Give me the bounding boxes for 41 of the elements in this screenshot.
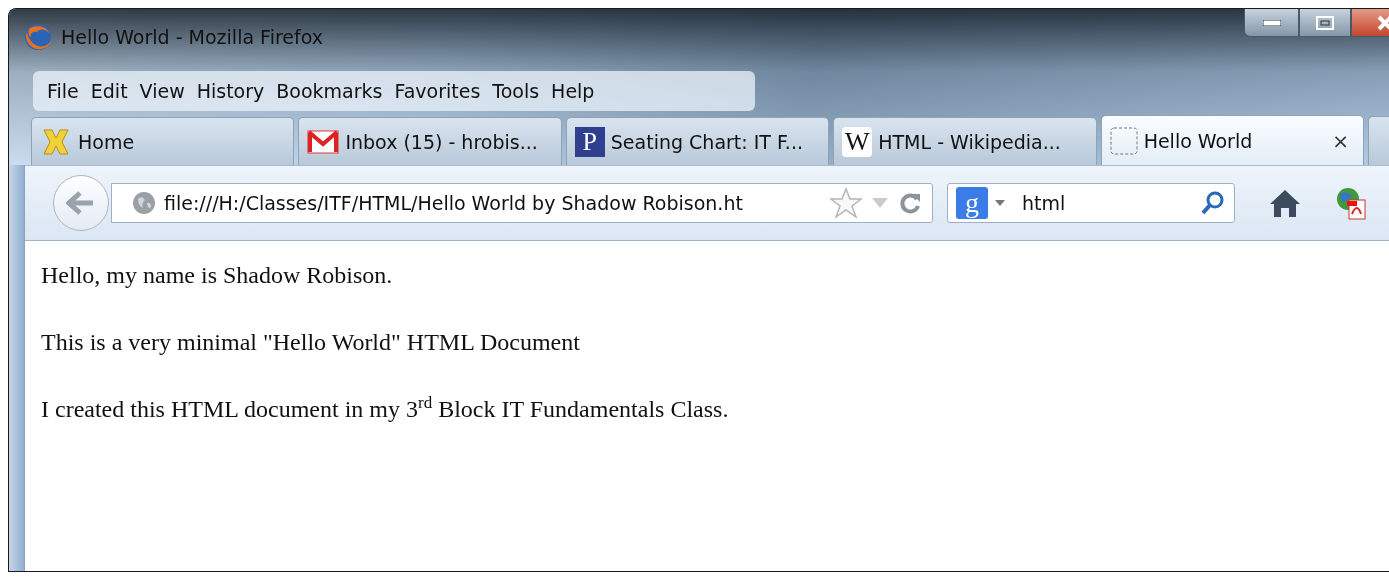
- blank-page-icon: [1109, 126, 1138, 155]
- site-icon: W: [842, 126, 873, 157]
- menu-item[interactable]: Edit: [84, 80, 134, 102]
- minimize-icon: [1262, 19, 1281, 26]
- menu-item[interactable]: View: [133, 80, 191, 102]
- menu-item[interactable]: Help: [545, 80, 601, 102]
- close-tab-icon[interactable]: ×: [1332, 128, 1356, 153]
- menu-item[interactable]: Bookmarks: [270, 80, 389, 102]
- menu-item[interactable]: Tools: [486, 80, 546, 102]
- star-icon[interactable]: [830, 187, 862, 219]
- site-icon: P: [574, 126, 605, 157]
- paragraph: I created this HTML document in my 3$^{rd}$ Block IT Fundamentals Class.: [41, 394, 729, 424]
- browser-tab[interactable]: Inbox (15) - hrobis...: [298, 117, 562, 165]
- back-arrow-icon: [66, 191, 96, 215]
- browser-tab[interactable]: Hello World ×: [1100, 115, 1365, 165]
- dropdown-arrow-icon[interactable]: [994, 199, 1006, 207]
- reload-icon[interactable]: [898, 191, 922, 215]
- maximize-icon: [1316, 15, 1334, 30]
- globe-icon: [132, 191, 156, 215]
- menu-item[interactable]: Favorites: [388, 80, 487, 102]
- close-icon: [1376, 14, 1389, 31]
- browser-tab[interactable]: P Seating Chart: IT F...: [565, 117, 830, 165]
- search-engine-icon[interactable]: g: [956, 187, 988, 219]
- menu-item[interactable]: History: [190, 80, 271, 102]
- address-field[interactable]: file:///H:/Classes/ITF/HTML/Hello World by Shadow Robison.ht: [111, 183, 933, 223]
- mail-icon: [307, 128, 340, 155]
- search-text: html: [1022, 192, 1067, 214]
- search-field[interactable]: g html: [947, 183, 1235, 223]
- paragraph: This is a very minimal "Hello World" HTML Document: [41, 327, 580, 357]
- window-title: Hello World - Mozilla Firefox: [61, 26, 323, 48]
- menu-item[interactable]: File: [41, 80, 85, 102]
- browser-tab[interactable]: Home: [31, 117, 295, 165]
- minimize-button[interactable]: [1244, 9, 1299, 37]
- search-icon[interactable]: [1200, 190, 1226, 216]
- home-icon[interactable]: [1269, 188, 1301, 218]
- globe-pdf-icon[interactable]: [1335, 186, 1367, 220]
- maximize-button[interactable]: [1299, 9, 1351, 37]
- back-button[interactable]: [53, 175, 109, 231]
- browser-tab[interactable]: W HTML - Wikipedia...: [833, 117, 1097, 165]
- url-text: file:///H:/Classes/ITF/HTML/Hello World by Shadow Robison.ht: [164, 192, 744, 214]
- paragraph: Hello, my name is Shadow Robison.: [41, 261, 393, 290]
